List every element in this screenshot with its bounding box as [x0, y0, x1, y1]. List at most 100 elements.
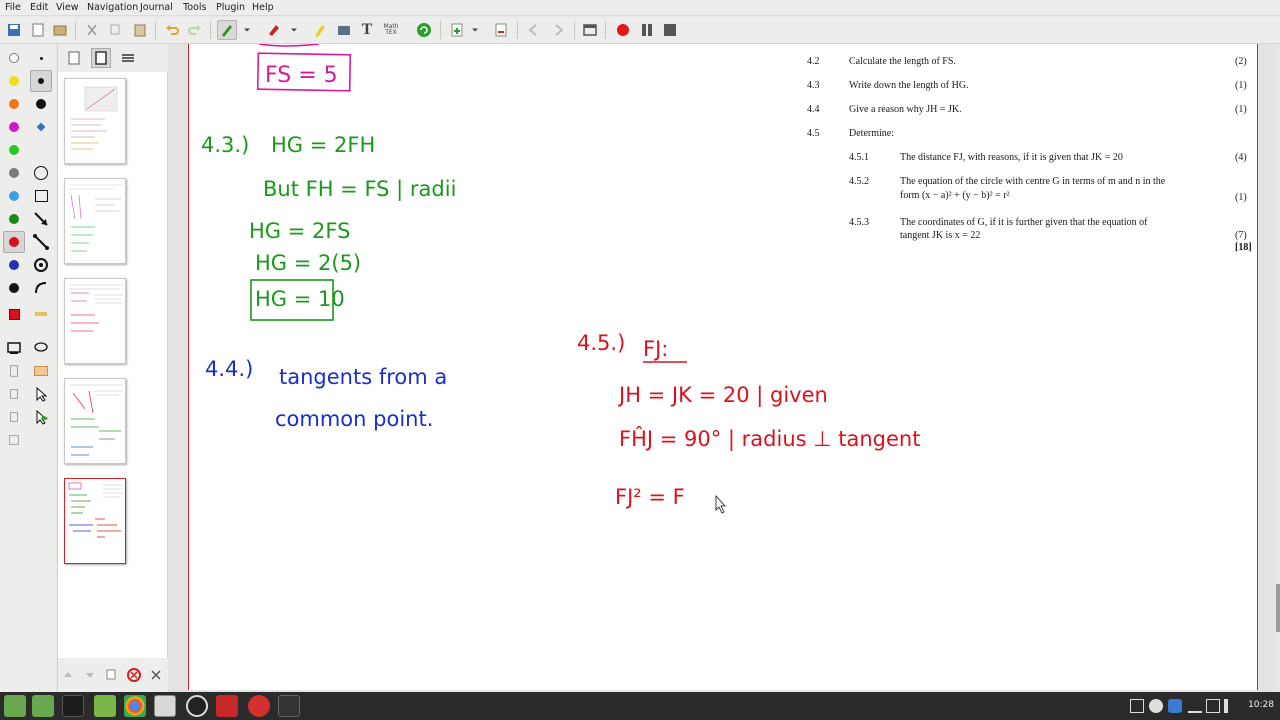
menu-tools[interactable]: Tools	[183, 2, 206, 13]
line-shape-icon[interactable]	[30, 231, 52, 253]
menu-edit[interactable]: Edit	[30, 2, 48, 13]
ruler-icon[interactable]	[30, 303, 52, 325]
clipboard-icon[interactable]	[1130, 699, 1144, 713]
refresh-icon[interactable]	[414, 20, 434, 40]
lasso-icon[interactable]	[30, 337, 52, 359]
scrollbar-thumb[interactable]	[1276, 584, 1280, 632]
forward-arrow-icon[interactable]	[548, 20, 568, 40]
fill-bucket-icon[interactable]	[30, 116, 52, 138]
add-page-icon[interactable]	[447, 20, 467, 40]
color-gray-swatch[interactable]	[3, 162, 25, 184]
color-custom-swatch[interactable]	[3, 303, 25, 325]
menu-file[interactable]: File	[5, 2, 21, 13]
delete-page-icon[interactable]	[124, 665, 144, 685]
move-page-up-icon[interactable]	[58, 665, 78, 685]
coordinate-icon[interactable]	[30, 254, 52, 276]
text-icon[interactable]: T	[357, 20, 377, 40]
show-desktop-icon[interactable]	[32, 695, 54, 717]
tab-page-preview-icon[interactable]	[91, 48, 111, 68]
paste-icon[interactable]	[130, 20, 150, 40]
page-thumbnail-3[interactable]	[64, 278, 126, 364]
menu-view[interactable]: View	[56, 2, 79, 13]
image-icon[interactable]	[334, 20, 354, 40]
cursor-icon[interactable]	[30, 383, 52, 405]
rectangle-shape-icon[interactable]	[30, 185, 52, 207]
new-page-icon[interactable]	[28, 20, 48, 40]
journal-page[interactable]: 4.2 Calculate the length of FS. (2) 4.3 …	[188, 44, 1258, 690]
chevron-down-icon[interactable]	[288, 20, 300, 40]
play-cursor-icon[interactable]	[30, 406, 52, 428]
clock[interactable]: 10:28	[1248, 700, 1274, 710]
pen-icon[interactable]	[217, 20, 237, 40]
color-orange-swatch[interactable]	[3, 93, 25, 115]
math-tex-icon[interactable]: Math TEX	[381, 20, 401, 40]
document-canvas[interactable]: 4.2 Calculate the length of FS. (2) 4.3 …	[168, 44, 1276, 692]
select-rect-icon[interactable]	[3, 337, 25, 359]
pen-thickness-fine[interactable]	[30, 47, 52, 69]
menu-navigation[interactable]: Navigation	[87, 2, 138, 13]
cut-icon[interactable]	[82, 20, 102, 40]
menu-plugin[interactable]: Plugin	[216, 2, 245, 13]
status-icon[interactable]	[1149, 699, 1163, 713]
tab-page-list-icon[interactable]	[64, 48, 84, 68]
delete-page-icon[interactable]	[491, 20, 511, 40]
pen-thickness-thick[interactable]	[30, 93, 52, 115]
move-page-down-icon[interactable]	[80, 665, 100, 685]
calculator-icon[interactable]	[278, 695, 300, 717]
network-icon[interactable]	[1188, 699, 1202, 713]
color-magenta-swatch[interactable]	[3, 116, 25, 138]
color-white-swatch[interactable]	[3, 47, 25, 69]
color-red-swatch[interactable]	[3, 231, 25, 253]
circle-shape-icon[interactable]	[30, 162, 52, 184]
obs-icon[interactable]	[186, 695, 208, 717]
page-thumbnail-2[interactable]	[64, 178, 126, 264]
color-black-swatch[interactable]	[3, 277, 25, 299]
volume-icon[interactable]	[1224, 699, 1238, 713]
highlighter-icon[interactable]	[310, 20, 330, 40]
stop-icon[interactable]	[660, 20, 680, 40]
fullscreen-icon[interactable]	[580, 20, 600, 40]
tab-layers-icon[interactable]	[118, 48, 138, 68]
xournal-icon[interactable]	[154, 695, 176, 717]
page-thumbnail-4[interactable]	[64, 378, 126, 464]
battery-icon[interactable]	[1206, 699, 1220, 713]
vertical-scrollbar[interactable]	[1276, 44, 1280, 692]
menu-start-icon[interactable]	[4, 695, 26, 717]
close-icon[interactable]	[146, 665, 166, 685]
screenshot-icon[interactable]	[216, 695, 238, 717]
menu-journal[interactable]: Journal	[140, 2, 173, 13]
chevron-down-icon[interactable]	[469, 20, 481, 40]
vertical-space-icon[interactable]	[3, 360, 25, 382]
copy-page-icon[interactable]	[102, 665, 122, 685]
setsquare-icon[interactable]	[3, 429, 25, 451]
text-highlight-icon[interactable]	[30, 360, 52, 382]
undo-icon[interactable]	[162, 20, 182, 40]
play-object-icon[interactable]	[3, 406, 25, 428]
shape-recognizer-icon[interactable]	[30, 277, 52, 299]
color-darkgreen-swatch[interactable]	[3, 208, 25, 230]
hand-icon[interactable]	[3, 383, 25, 405]
color-green-swatch[interactable]	[3, 139, 25, 161]
chevron-down-icon[interactable]	[241, 20, 253, 40]
color-blue-swatch[interactable]	[3, 254, 25, 276]
record-icon[interactable]	[613, 20, 633, 40]
page-thumbnail-5-current[interactable]	[64, 478, 126, 564]
app-icon[interactable]	[248, 695, 270, 717]
save-icon[interactable]	[4, 20, 24, 40]
redo-icon[interactable]	[185, 20, 205, 40]
eraser-icon[interactable]	[264, 20, 284, 40]
copy-icon[interactable]	[106, 20, 126, 40]
back-arrow-icon[interactable]	[524, 20, 544, 40]
pen-thickness-medium[interactable]	[30, 70, 52, 92]
pause-icon[interactable]	[637, 20, 657, 40]
zoom-icon[interactable]	[1168, 699, 1182, 713]
color-yellow-swatch[interactable]	[3, 70, 25, 92]
files-icon[interactable]	[94, 695, 116, 717]
terminal-icon[interactable]	[62, 695, 84, 717]
arrow-shape-icon[interactable]	[30, 208, 52, 230]
page-thumbnail-1[interactable]	[64, 78, 126, 164]
menu-help[interactable]: Help	[252, 2, 274, 13]
color-lightblue-swatch[interactable]	[3, 185, 25, 207]
open-folder-icon[interactable]	[50, 20, 70, 40]
chrome-icon[interactable]	[124, 695, 146, 717]
